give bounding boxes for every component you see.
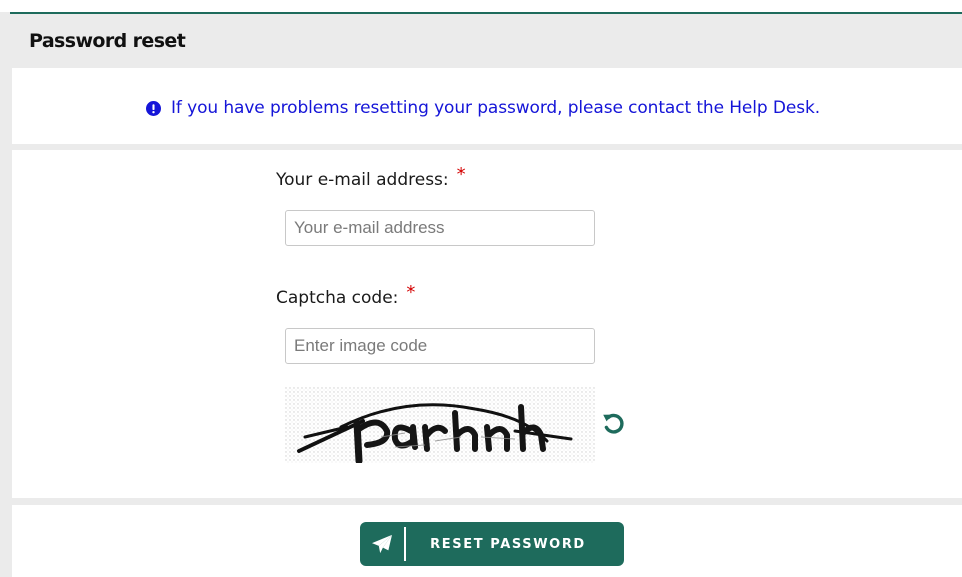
panel-header: Password reset [12,14,962,68]
reset-form: Your e-mail address: * Captcha code: * [12,150,962,498]
captcha-input[interactable] [285,328,595,364]
info-box: If you have problems resetting your pass… [12,68,962,144]
refresh-icon[interactable] [600,410,628,438]
form-footer: RESET PASSWORD [12,505,962,577]
info-text: If you have problems resetting your pass… [171,98,821,118]
email-label-text: Your e-mail address: [276,170,449,190]
paper-plane-icon [372,534,392,554]
button-icon-wrap [360,522,404,566]
info-message: If you have problems resetting your pass… [146,98,906,118]
reset-password-button[interactable]: RESET PASSWORD [360,522,624,566]
reset-password-label: RESET PASSWORD [430,536,586,552]
page-frame: Password reset If you have problems rese… [0,0,962,577]
captcha-label: Captcha code: * [276,282,415,308]
email-required-mark: * [456,164,466,185]
exclamation-circle-icon [146,100,161,116]
captcha-label-text: Captcha code: [276,288,399,308]
email-label: Your e-mail address: * [276,164,466,190]
captcha-image [285,387,595,463]
captcha-required-mark: * [406,282,416,303]
email-input[interactable] [285,210,595,246]
page-title: Password reset [29,30,186,52]
top-strip [0,0,962,12]
